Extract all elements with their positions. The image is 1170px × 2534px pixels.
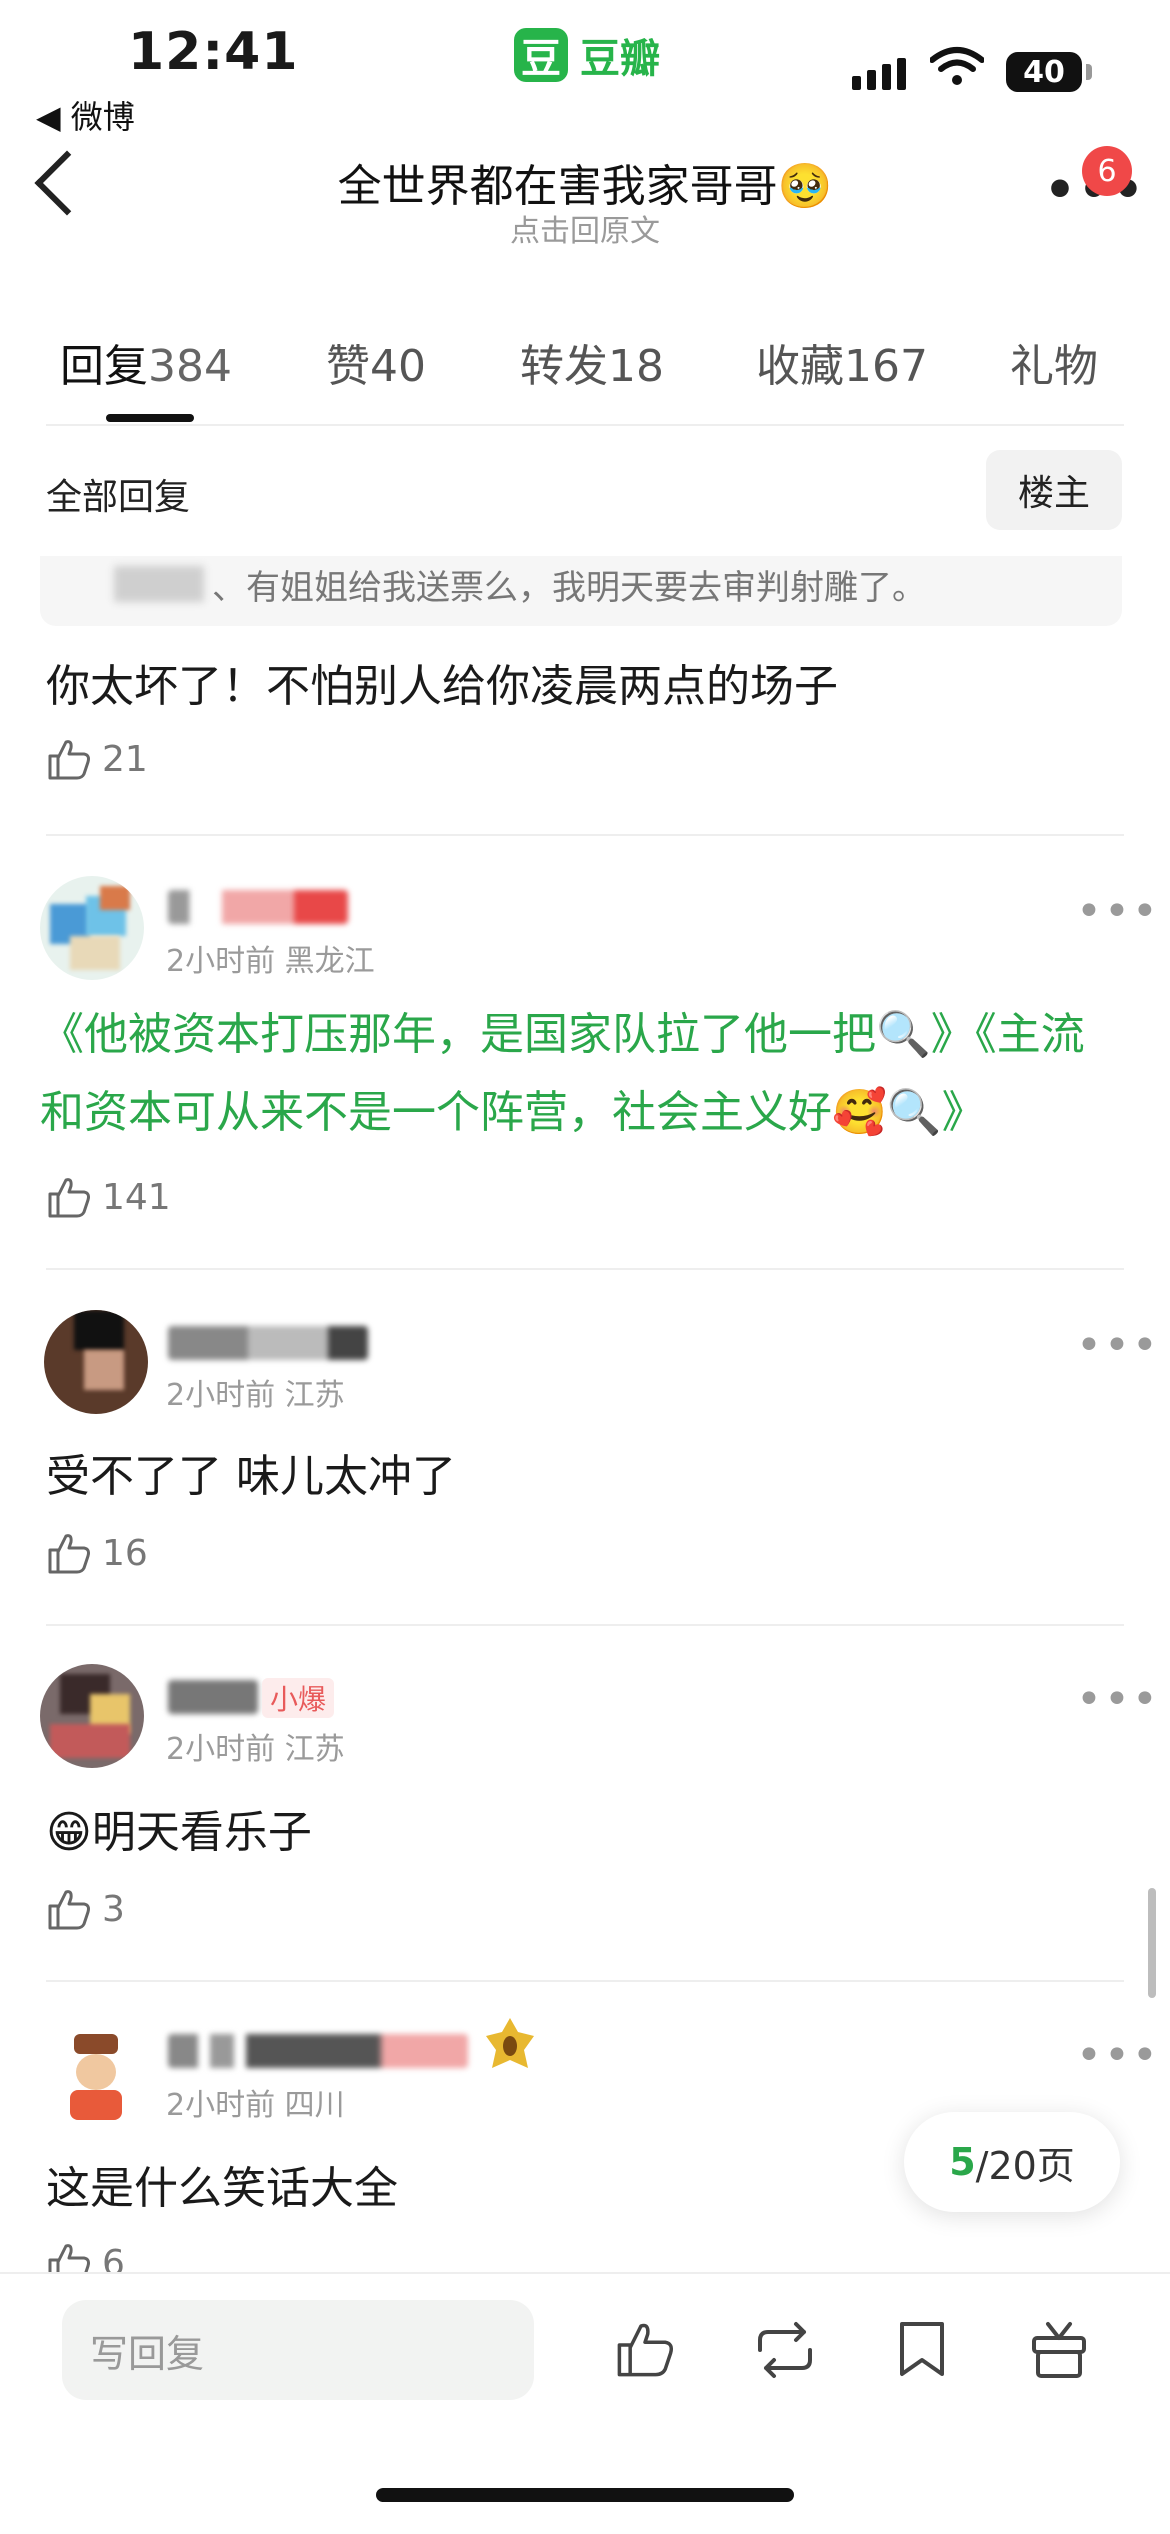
like-post-button[interactable] xyxy=(614,2318,676,2384)
tab-likes[interactable]: 赞40 xyxy=(326,330,426,394)
username-blurred[interactable] xyxy=(168,1680,258,1714)
tab-reposts[interactable]: 转发18 xyxy=(520,330,664,394)
gift-icon xyxy=(1032,2322,1086,2378)
comment-meta: 2小时前 江苏 xyxy=(166,1732,345,1767)
username-blurred[interactable] xyxy=(168,2034,468,2068)
like-count: 21 xyxy=(102,738,148,780)
like-count: 141 xyxy=(102,1176,171,1218)
total-pages: /20页 xyxy=(975,2143,1075,2188)
tab-label: 礼物 xyxy=(1010,341,1098,392)
tab-label: 收藏 xyxy=(756,341,844,392)
username-blurred[interactable] xyxy=(168,1326,368,1360)
like-button[interactable]: 16 xyxy=(46,1530,148,1576)
comment-more-icon[interactable]: ••• xyxy=(1076,1324,1160,1368)
comment-meta: 2小时前 江苏 xyxy=(166,1378,345,1413)
home-indicator xyxy=(376,2488,794,2502)
comment-text: 受不了了 味儿太冲了 xyxy=(46,1451,456,1502)
comment-text: 😁明天看乐子 xyxy=(46,1807,312,1858)
comment-text: 《他被资本打压那年，是国家队拉了他一把🔍》《主流 和资本可从来不是一个阵营，社会… xyxy=(40,996,1130,1152)
tab-count: 18 xyxy=(608,341,664,392)
gift-button[interactable] xyxy=(1028,2316,1090,2384)
tab-label: 转发 xyxy=(520,341,608,392)
status-time: 12:41 xyxy=(128,22,299,82)
avatar[interactable] xyxy=(44,2020,148,2124)
tab-label: 赞 xyxy=(326,341,370,392)
tab-count: 40 xyxy=(370,341,426,392)
all-replies-label[interactable]: 全部回复 xyxy=(46,468,190,520)
username-blurred[interactable] xyxy=(168,890,348,924)
thumbs-up-icon xyxy=(48,1534,90,1574)
battery-icon: 40 xyxy=(1006,52,1082,92)
thumbs-up-icon xyxy=(617,2323,674,2377)
comment-divider xyxy=(46,834,1124,836)
avatar[interactable] xyxy=(40,876,144,980)
tab-label: 回复 xyxy=(60,341,148,392)
douban-logo-icon: 豆 xyxy=(514,28,568,82)
comment-text: 这是什么笑话大全 xyxy=(46,2163,398,2214)
tab-active-indicator xyxy=(106,414,194,422)
like-button[interactable]: 3 xyxy=(46,1886,125,1932)
comment-more-icon[interactable]: ••• xyxy=(1076,2034,1160,2078)
thumbs-up-icon xyxy=(48,1890,90,1930)
page-indicator[interactable]: 5/20页 xyxy=(904,2112,1120,2212)
quoted-reply-text: 、有姐姐给我送票么，我明天要去审判射雕了。 xyxy=(212,568,926,608)
quoted-reply[interactable]: 、有姐姐给我送票么，我明天要去审判射雕了。 xyxy=(40,556,1122,626)
repost-icon xyxy=(758,2322,812,2378)
notification-badge: 6 xyxy=(1082,146,1132,196)
like-count: 3 xyxy=(102,1888,125,1930)
comment-divider xyxy=(46,1980,1124,1982)
thumbs-up-icon xyxy=(48,1178,90,1218)
user-tag: 小爆 xyxy=(262,1678,335,1718)
repost-button[interactable] xyxy=(752,2320,818,2384)
comment-text-line[interactable]: 和资本可从来不是一个阵营，社会主义好🥰🔍》 xyxy=(40,1074,1130,1152)
scrollbar-thumb[interactable] xyxy=(1148,1888,1156,1998)
tab-count: 167 xyxy=(844,341,928,392)
quoted-username-blurred xyxy=(114,566,204,602)
cellular-signal-icon xyxy=(852,58,906,90)
tab-replies[interactable]: 回复384 xyxy=(60,330,232,394)
douban-logo-text: 豆瓣 xyxy=(580,36,660,82)
like-count: 16 xyxy=(102,1532,148,1574)
back-to-weibo-link[interactable]: ◀ 微博 xyxy=(36,92,135,138)
reply-input[interactable]: 写回复 xyxy=(62,2300,534,2400)
avatar[interactable] xyxy=(44,1310,148,1414)
comment-divider xyxy=(46,1268,1124,1270)
bookmark-button[interactable] xyxy=(896,2318,948,2384)
tabs-divider xyxy=(46,424,1124,426)
page-title: 全世界都在害我家哥哥🥹 xyxy=(337,161,833,212)
current-page: 5 xyxy=(949,2140,976,2184)
bookmark-icon xyxy=(900,2322,944,2376)
comment-text: 你太坏了！不怕别人给你凌晨两点的场子 xyxy=(46,661,838,712)
comment-meta: 2小时前 黑龙江 xyxy=(166,944,375,979)
battery-tip xyxy=(1086,64,1092,80)
tab-collections[interactable]: 收藏167 xyxy=(756,330,928,394)
medal-icon xyxy=(484,2016,536,2072)
comment-divider xyxy=(46,1624,1124,1626)
tab-gifts[interactable]: 礼物 xyxy=(1010,330,1098,394)
tab-count: 384 xyxy=(148,341,232,392)
like-button[interactable]: 21 xyxy=(46,736,148,782)
view-original-link[interactable]: 点击回原文 xyxy=(0,206,1170,250)
like-button[interactable]: 141 xyxy=(46,1174,171,1220)
wifi-icon xyxy=(929,46,985,90)
thumbs-up-icon xyxy=(48,740,90,780)
douban-logo: 豆 豆瓣 xyxy=(514,26,660,84)
comment-more-icon[interactable]: ••• xyxy=(1076,890,1160,934)
comment-more-icon[interactable]: ••• xyxy=(1076,1678,1160,1722)
avatar[interactable] xyxy=(40,1664,144,1768)
op-only-button[interactable]: 楼主 xyxy=(986,450,1122,530)
comment-meta: 2小时前 四川 xyxy=(166,2088,345,2123)
comment-text-line[interactable]: 《他被资本打压那年，是国家队拉了他一把🔍》《主流 xyxy=(40,996,1130,1074)
